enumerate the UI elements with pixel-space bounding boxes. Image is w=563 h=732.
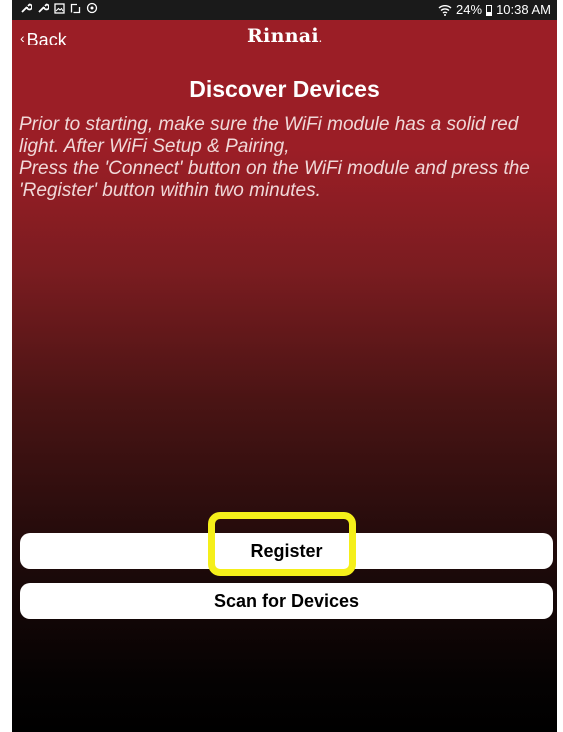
battery-icon bbox=[486, 4, 493, 16]
instructions-line-2: Press the 'Connect' button on the WiFi m… bbox=[19, 158, 530, 201]
register-button[interactable]: Register bbox=[20, 533, 553, 569]
register-button-label: Register bbox=[250, 540, 323, 561]
scan-button-label: Scan for Devices bbox=[213, 590, 360, 611]
wifi-icon bbox=[438, 4, 452, 16]
battery-percent: 24% bbox=[456, 2, 483, 17]
logo-dot: . bbox=[318, 34, 323, 44]
sync-icon bbox=[86, 2, 98, 18]
screenshot-icon bbox=[70, 2, 81, 18]
brand-name: Rinnai bbox=[246, 25, 319, 47]
rinnai-logo: Rinnai. bbox=[12, 25, 557, 47]
instructions-text: Prior to starting, make sure the WiFi mo… bbox=[19, 114, 549, 202]
status-bar: 24% 10:38 AM bbox=[12, 0, 557, 20]
notification-icons bbox=[20, 2, 98, 18]
system-status: 24% 10:38 AM bbox=[438, 2, 551, 18]
app-screen: 24% 10:38 AM ‹ Back Rinnai. Discover Dev… bbox=[12, 0, 557, 732]
scan-for-devices-button[interactable]: Scan for Devices bbox=[20, 583, 553, 619]
nav-bar: ‹ Back Rinnai. bbox=[12, 20, 557, 50]
instructions-line-1: Prior to starting, make sure the WiFi mo… bbox=[19, 114, 519, 157]
wrench-icon bbox=[20, 2, 33, 18]
clock: 10:38 AM bbox=[496, 2, 551, 17]
wrench-icon bbox=[37, 2, 50, 18]
page-title: Discover Devices bbox=[189, 76, 380, 102]
image-icon bbox=[54, 2, 65, 18]
